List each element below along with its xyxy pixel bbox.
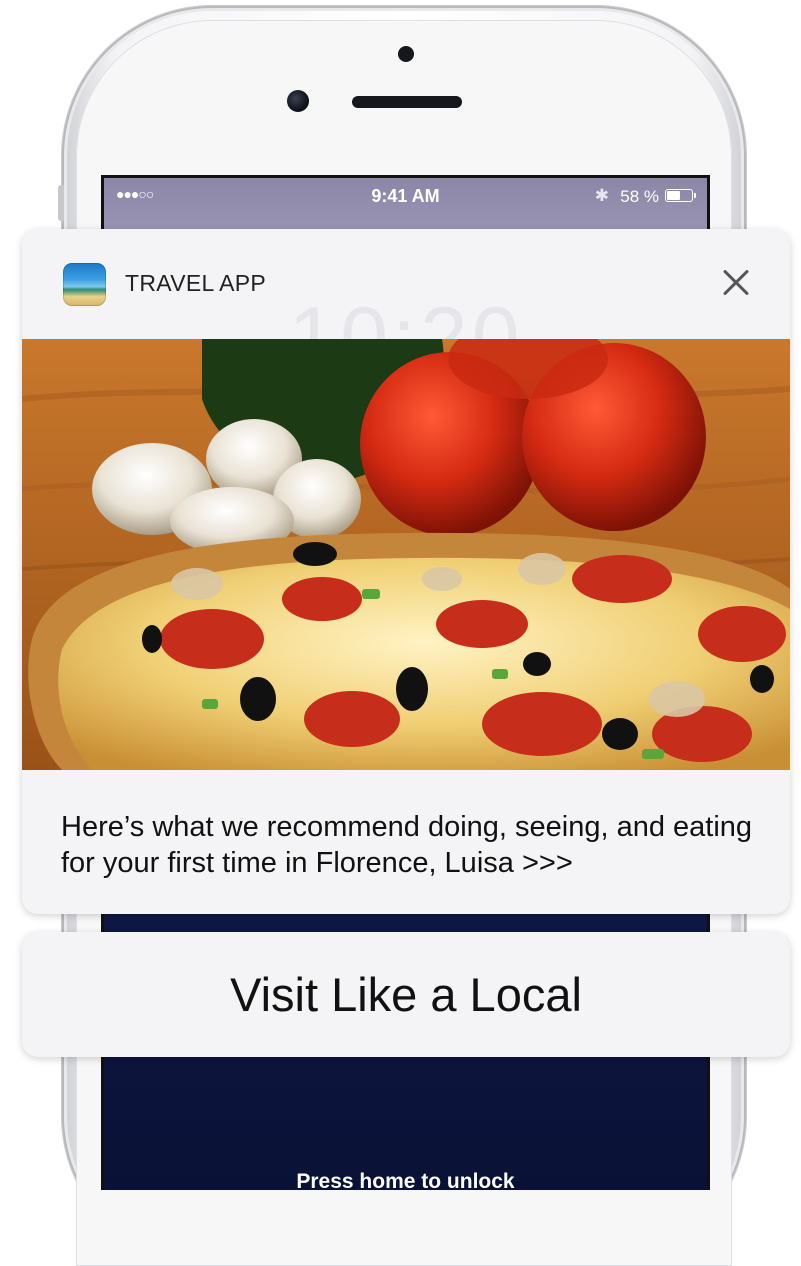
battery-level — [667, 191, 680, 200]
bluetooth-icon: ✱ — [594, 186, 609, 205]
mute-switch — [58, 185, 64, 221]
front-camera — [287, 90, 309, 112]
pizza-illustration — [22, 339, 790, 770]
status-bar: ●●●○○ 9:41 AM ✱ 58 % — [104, 178, 707, 218]
unlock-hint: Press home to unlock — [296, 1170, 515, 1190]
app-name: TRAVEL APP — [125, 270, 267, 296]
earpiece-speaker — [352, 96, 462, 108]
battery-percentage: 58 % — [620, 187, 659, 206]
notification-card[interactable]: 10:20 TRAVEL APP Here’s what we recommen… — [22, 229, 790, 914]
battery-icon — [665, 189, 696, 202]
visit-like-a-local-button[interactable]: Visit Like a Local — [22, 932, 790, 1057]
status-time: 9:41 AM — [371, 186, 440, 206]
proximity-sensor — [398, 46, 414, 62]
pizza-photo — [22, 339, 790, 770]
notification-message: Here’s what we recommend doing, seeing, … — [61, 811, 753, 879]
beach-icon — [63, 263, 106, 306]
close-icon[interactable] — [718, 265, 754, 301]
notification-header: 10:20 TRAVEL APP — [22, 229, 790, 386]
